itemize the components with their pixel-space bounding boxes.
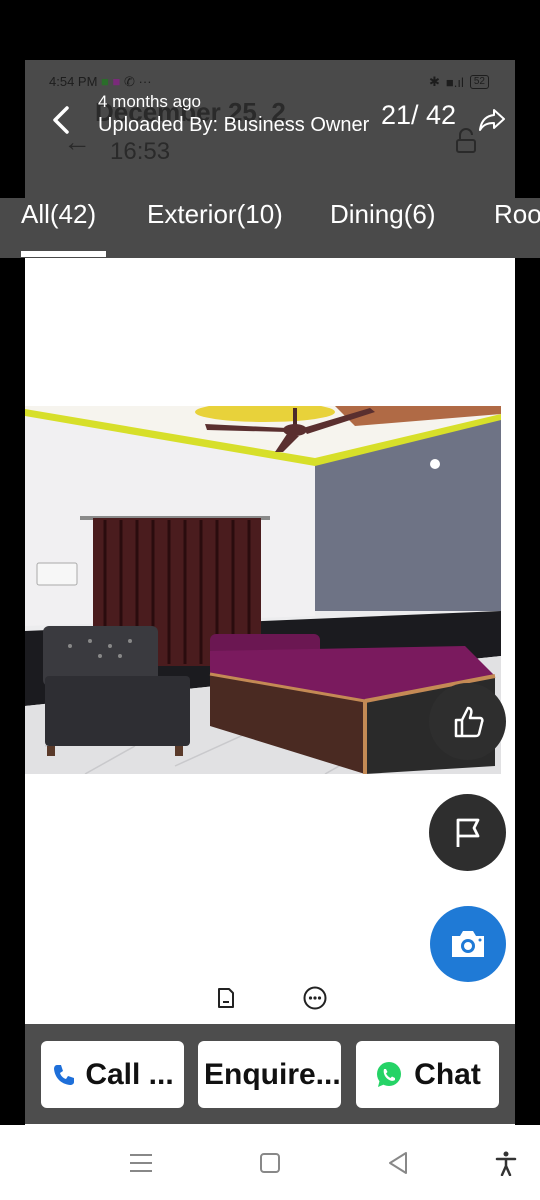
app-notification-icons: ■ <box>101 74 109 89</box>
more-icon[interactable] <box>302 985 328 1011</box>
ghost-lock-icon <box>456 128 476 153</box>
chat-button[interactable]: Chat <box>356 1041 499 1108</box>
status-bar: 4:54 PM ■ ■ ✆ ··· ✱ ■.ıl 52 <box>49 74 489 90</box>
enquire-button[interactable]: Enquire... <box>198 1041 341 1108</box>
phone-icon <box>54 1064 75 1085</box>
tab-rooms[interactable]: Roo <box>494 198 540 256</box>
bluetooth-icon: ✱ <box>429 74 440 89</box>
share-icon[interactable] <box>477 104 507 134</box>
camera-icon <box>452 931 484 957</box>
photo-counter: 21/ 42 <box>381 100 457 130</box>
tab-exterior[interactable]: Exterior(10) <box>147 198 283 256</box>
call-label: Call ... <box>85 1057 174 1091</box>
flag-icon <box>456 818 479 847</box>
status-time: 4:54 PM <box>49 74 98 89</box>
uploader: Uploaded By: Business Owner <box>98 114 370 136</box>
report-button[interactable] <box>429 794 506 871</box>
back-nav-icon[interactable] <box>385 1150 411 1176</box>
ghost-time: 16:53 <box>110 138 171 165</box>
whatsapp-icon <box>377 1061 402 1087</box>
call-button[interactable]: Call ... <box>41 1041 184 1108</box>
status-dots: ··· <box>138 74 152 89</box>
tab-all[interactable]: All(42) <box>21 198 96 256</box>
like-icon <box>454 706 484 737</box>
active-tab-indicator <box>21 251 106 257</box>
chat-label: Chat <box>414 1057 481 1091</box>
menu-icon[interactable] <box>128 1150 154 1176</box>
back-icon[interactable] <box>47 100 77 140</box>
document-icon[interactable] <box>214 986 238 1010</box>
signal-icon: ■.ıl <box>445 74 464 90</box>
accessibility-icon[interactable] <box>493 1150 519 1176</box>
tab-dining[interactable]: Dining(6) <box>330 198 436 256</box>
like-button[interactable] <box>429 683 506 760</box>
home-icon[interactable] <box>257 1150 283 1176</box>
upload-age: 4 months ago <box>98 92 202 111</box>
category-tabs: All(42) Exterior(10) Dining(6) Roo <box>0 198 540 258</box>
upload-photo-button[interactable] <box>430 906 506 982</box>
battery-icon: 52 <box>469 75 489 89</box>
enquire-label: Enquire... <box>204 1057 341 1091</box>
